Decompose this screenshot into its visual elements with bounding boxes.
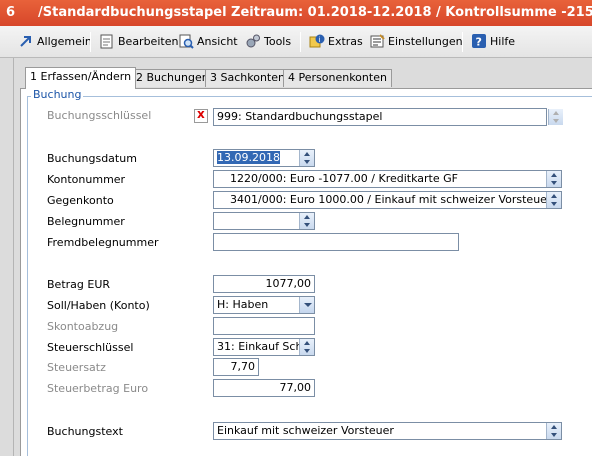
kontonummer-value: 1220/000: Euro -1077.00 / Kreditkarte GF <box>230 172 458 185</box>
menu-label: Einstellungen <box>388 35 463 48</box>
settings-icon <box>369 33 385 49</box>
menu-separator <box>300 32 301 52</box>
gegenkonto-field[interactable]: 3401/000: Euro 1000.00 / Einkauf mit sch… <box>213 191 562 209</box>
gegenkonto-spinner[interactable] <box>546 192 561 208</box>
steuersatz-label: Steuersatz <box>47 361 106 374</box>
svg-text:?: ? <box>476 36 482 49</box>
tab-erfassen[interactable]: 1 Erfassen/Ändern <box>25 67 137 89</box>
menu-hilfe[interactable]: ? Hilfe <box>471 32 515 52</box>
svg-text:i: i <box>319 36 321 44</box>
belegnummer-spinner[interactable] <box>299 213 314 229</box>
steuerbetrag-value: 77,00 <box>279 381 312 394</box>
kontonummer-spinner[interactable] <box>546 171 561 187</box>
belegnummer-label: Belegnummer <box>47 215 125 228</box>
buchungstext-label: Buchungstext <box>47 425 123 438</box>
gears-icon <box>245 33 261 49</box>
menu-label: Hilfe <box>490 35 516 48</box>
edit-icon <box>99 33 115 49</box>
buchungsschluessel-label: Buchungsschlüssel <box>47 109 152 122</box>
group-title: Buchung <box>31 88 84 101</box>
tab-personenkonten[interactable]: 4 Personenkonten <box>283 69 392 87</box>
menu-label: Extras <box>328 35 363 48</box>
menu-ansicht[interactable]: Ansicht <box>178 32 238 52</box>
view-icon <box>178 33 194 49</box>
window-number: 6 <box>6 5 16 20</box>
info-icon: i <box>309 33 325 49</box>
buchungsdatum-label: Buchungsdatum <box>47 152 137 165</box>
buchungsschluessel-spinner <box>548 109 563 125</box>
sollhaben-value: H: Haben <box>217 298 269 311</box>
steuerschluessel-label: Steuerschlüssel <box>47 341 134 354</box>
kontonummer-label: Kontonummer <box>47 173 126 186</box>
fremdbelegnummer-field[interactable] <box>213 233 459 251</box>
belegnummer-field[interactable] <box>213 212 315 230</box>
sollhaben-dropdown[interactable]: H: Haben <box>213 296 315 314</box>
fremdbelegnummer-label: Fremdbelegnummer <box>47 236 159 249</box>
steuersatz-field[interactable]: 7,70 <box>213 358 259 376</box>
help-icon: ? <box>471 33 487 49</box>
skontoabzug-label: Skontoabzug <box>47 320 119 333</box>
kontonummer-field[interactable]: 1220/000: Euro -1077.00 / Kreditkarte GF <box>213 170 562 188</box>
menu-allgemein[interactable]: Allgemein <box>18 32 92 52</box>
chevron-down-icon[interactable] <box>299 297 314 313</box>
steuerbetrag-field[interactable]: 77,00 <box>213 379 315 397</box>
buchungsschluessel-value: 999: Standardbuchungsstapel <box>217 110 383 123</box>
betrag-label: Betrag EUR <box>47 278 111 291</box>
steuerbetrag-label: Steuerbetrag Euro <box>47 382 149 395</box>
menu-extras[interactable]: i Extras <box>309 32 363 52</box>
steuerschluessel-value: 31: Einkauf Sch <box>217 340 303 353</box>
menu-separator <box>90 32 91 52</box>
buchungsdatum-field[interactable]: 13.09.2018 <box>213 149 315 167</box>
tab-sachkonten[interactable]: 3 Sachkonten <box>205 69 290 87</box>
buchungstext-value: Einkauf mit schweizer Vorsteuer <box>217 424 394 437</box>
menu-separator <box>462 32 463 52</box>
betrag-field[interactable]: 1077,00 <box>213 275 315 293</box>
clear-icon[interactable] <box>194 107 208 123</box>
menu-label: Tools <box>264 35 292 48</box>
sollhaben-label: Soll/Haben (Konto) <box>47 299 150 312</box>
window-title: /Standardbuchungsstapel Zeitraum: 01.201… <box>38 5 592 20</box>
buchungsschluessel-field[interactable]: 999: Standardbuchungsstapel <box>213 108 547 126</box>
tab-buchungen[interactable]: 2 Buchungen <box>131 69 214 87</box>
menu-label: Ansicht <box>197 35 238 48</box>
steuerschluessel-spinner[interactable] <box>299 339 314 355</box>
left-strip <box>0 58 14 456</box>
menu-bar: Allgemein Bearbeiten Ansicht Tools i Ext… <box>0 26 592 58</box>
arrow-icon <box>18 33 34 49</box>
date-spinner[interactable] <box>299 150 314 166</box>
betrag-value: 1077,00 <box>265 277 312 290</box>
buchungstext-field[interactable]: Einkauf mit schweizer Vorsteuer <box>213 422 562 440</box>
steuersatz-value: 7,70 <box>230 360 256 373</box>
menu-tools[interactable]: Tools <box>245 32 291 52</box>
menu-einstellungen[interactable]: Einstellungen <box>369 32 463 52</box>
steuerschluessel-field[interactable]: 31: Einkauf Sch <box>213 338 315 356</box>
gegenkonto-value: 3401/000: Euro 1000.00 / Einkauf mit sch… <box>230 193 552 206</box>
buchungsdatum-value: 13.09.2018 <box>217 151 280 164</box>
gegenkonto-label: Gegenkonto <box>47 194 114 207</box>
title-bar: 6 /Standardbuchungsstapel Zeitraum: 01.2… <box>0 0 592 26</box>
menu-label: Allgemein <box>37 35 92 48</box>
skontoabzug-field[interactable] <box>213 317 315 335</box>
menu-label: Bearbeiten <box>118 35 179 48</box>
buchungstext-spinner[interactable] <box>546 423 561 439</box>
menu-bearbeiten[interactable]: Bearbeiten <box>99 32 178 52</box>
